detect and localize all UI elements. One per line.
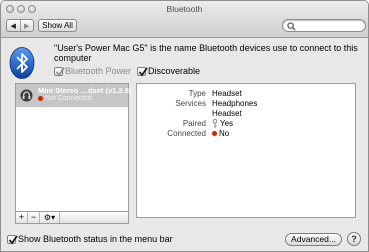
detail-row: Headset	[137, 109, 355, 119]
add-device-button[interactable]: +	[16, 212, 28, 223]
checkbox-box	[7, 235, 18, 245]
device-status: Not Connected	[38, 95, 92, 102]
nav-segment: ◀ ▶	[6, 19, 34, 32]
discoverable-checkbox[interactable]: Discoverable	[137, 66, 201, 77]
paired-value: Yes	[220, 119, 234, 128]
checkmark-icon	[55, 67, 65, 77]
device-row[interactable]: Mini Stereo …dset (v1.2.8) Not Connected	[16, 84, 132, 107]
headset-icon	[20, 89, 33, 102]
window-title: Bluetooth	[166, 4, 203, 14]
help-button[interactable]: ?	[347, 232, 361, 246]
checkbox-box	[137, 67, 148, 77]
detail-row: Connected No	[137, 129, 355, 139]
remove-device-button[interactable]: −	[28, 212, 40, 223]
device-list[interactable]: Mini Stereo …dset (v1.2.8) Not Connected	[15, 83, 132, 218]
detail-label: Services	[175, 99, 206, 108]
action-menu-button[interactable]: ⚙▾	[40, 212, 60, 223]
status-dot	[38, 95, 43, 101]
bluetooth-power-checkbox[interactable]: Bluetooth Power	[54, 66, 132, 77]
preferences-window: Bluetooth ◀ ▶ Show All "User's Power Mac…	[0, 0, 369, 252]
search-icon	[287, 22, 296, 31]
detail-value-connected: No	[212, 129, 229, 138]
checkmark-icon	[8, 235, 18, 245]
status-dot	[212, 131, 217, 137]
detail-row: Type Headset	[137, 89, 355, 99]
bluetooth-power-label: Bluetooth Power	[65, 66, 132, 76]
show-status-label: Show Bluetooth status in the menu bar	[18, 234, 173, 244]
connected-value: No	[219, 129, 230, 138]
device-name: Mini Stereo …dset (v1.2.8)	[38, 86, 132, 95]
detail-label: Type	[188, 89, 206, 98]
detail-value: Headset	[212, 109, 242, 118]
title-toolbar: Bluetooth ◀ ▶ Show All	[1, 1, 368, 38]
detail-label: Connected	[167, 129, 206, 138]
checkmark-icon	[138, 67, 148, 77]
detail-label: Paired	[182, 119, 206, 128]
show-all-button[interactable]: Show All	[38, 19, 77, 32]
device-detail-panel: Type Headset Services Headphones Headset…	[136, 83, 356, 218]
advanced-button[interactable]: Advanced...	[285, 233, 342, 246]
detail-row: Paired Yes	[137, 119, 355, 129]
detail-value: Headphones	[212, 99, 258, 108]
checkbox-box	[54, 67, 65, 77]
bluetooth-icon	[9, 47, 35, 79]
detail-row: Services Headphones	[137, 99, 355, 109]
back-button[interactable]: ◀	[7, 20, 20, 31]
detail-value-paired: Yes	[212, 119, 234, 129]
detail-value: Headset	[212, 89, 242, 98]
key-icon	[212, 119, 218, 129]
device-status-text: Not Connected	[45, 95, 92, 102]
search-field[interactable]	[282, 19, 366, 32]
computer-name-text: "User's Power Mac G5" is the name Blueto…	[54, 43, 358, 63]
show-status-checkbox[interactable]: Show Bluetooth status in the menu bar	[7, 234, 173, 245]
discoverable-label: Discoverable	[148, 66, 201, 76]
forward-button[interactable]: ▶	[19, 20, 34, 31]
list-button-bar: + − ⚙▾	[15, 211, 129, 224]
